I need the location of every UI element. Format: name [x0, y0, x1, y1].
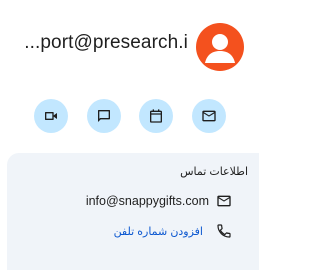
- mail-icon: [202, 110, 216, 122]
- contact-panel: ...port@presearch.i اطلاعات تماس info@sn…: [0, 0, 259, 270]
- video-call-icon: [45, 112, 57, 120]
- email-row[interactable]: info@snappygifts.com: [7, 191, 259, 211]
- add-phone-link[interactable]: افزودن شماره تلفن: [114, 225, 203, 238]
- contact-info-title: اطلاعات تماس: [180, 166, 248, 178]
- send-email-button[interactable]: [191, 99, 226, 133]
- calendar-icon: [150, 109, 163, 123]
- chat-button[interactable]: [86, 99, 121, 133]
- phone-icon: [216, 223, 232, 239]
- person-icon: [205, 34, 235, 63]
- contact-email-heading: ...port@presearch.i: [24, 32, 188, 53]
- contact-info-card: اطلاعات تماس info@snappygifts.com افزودن…: [7, 153, 259, 270]
- quick-actions: [34, 99, 226, 133]
- video-call-button[interactable]: [34, 99, 68, 133]
- schedule-event-button[interactable]: [139, 99, 174, 133]
- chat-icon: [97, 110, 110, 122]
- email-address[interactable]: info@snappygifts.com: [86, 194, 209, 208]
- avatar[interactable]: [196, 23, 244, 71]
- phone-row: افزودن شماره تلفن: [7, 221, 259, 241]
- mail-icon: [216, 193, 232, 209]
